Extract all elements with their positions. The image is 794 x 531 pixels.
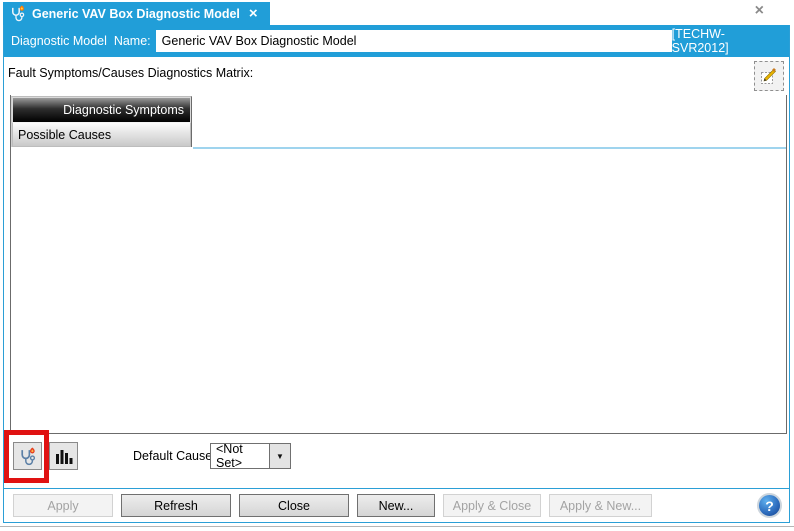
content-area: Fault Symptoms/Causes Diagnostics Matrix…	[4, 57, 789, 489]
diagnostic-model-name-label: Diagnostic Model Name:	[11, 34, 151, 48]
matrix-freeze-line	[193, 147, 786, 149]
possible-causes-header: Possible Causes	[12, 122, 191, 147]
tab-title: Generic VAV Box Diagnostic Model	[32, 7, 240, 21]
tab-strip: Generic VAV Box Diagnostic Model × ×	[3, 0, 790, 25]
edit-matrix-pencil-icon	[759, 66, 779, 86]
diagnostic-model-name-input[interactable]	[156, 30, 672, 52]
window-body: Diagnostic Model Name: [TECHW-SVR2012] F…	[3, 25, 790, 523]
new-button[interactable]: New...	[357, 494, 435, 517]
default-cause-label: Default Cause:	[133, 449, 216, 463]
bar-chart-icon	[54, 448, 73, 465]
help-button[interactable]: ?	[757, 493, 782, 518]
window-bottom-shadow	[0, 526, 794, 527]
refresh-button[interactable]: Refresh	[121, 494, 231, 517]
default-cause-dropdown[interactable]: <Not Set> ▼	[210, 443, 291, 469]
screen: Generic VAV Box Diagnostic Model × × Dia…	[0, 0, 794, 531]
matrix-section-label: Fault Symptoms/Causes Diagnostics Matrix…	[8, 66, 253, 80]
apply-button: Apply	[13, 494, 113, 517]
edit-matrix-button[interactable]	[754, 61, 784, 91]
diagnostic-view-button[interactable]	[13, 442, 42, 470]
diagnostics-matrix-grid: Diagnostic Symptoms Possible Causes	[10, 95, 787, 434]
stethoscope-alarm-icon	[18, 447, 37, 466]
chart-view-button[interactable]	[49, 442, 78, 470]
diagnostic-model-window: Generic VAV Box Diagnostic Model × × Dia…	[3, 0, 790, 524]
server-badge: [TECHW-SVR2012]	[672, 27, 781, 55]
question-mark-icon: ?	[765, 498, 774, 514]
stethoscope-alarm-icon	[9, 5, 26, 22]
matrix-header-block: Diagnostic Symptoms Possible Causes	[11, 96, 192, 147]
apply-and-close-button: Apply & Close	[443, 494, 541, 517]
header-bar: Diagnostic Model Name: [TECHW-SVR2012]	[4, 25, 789, 57]
close-button[interactable]: Close	[239, 494, 349, 517]
tab-generic-vav-box-diagnostic-model[interactable]: Generic VAV Box Diagnostic Model ×	[3, 2, 270, 25]
tab-close-icon[interactable]: ×	[249, 6, 258, 21]
apply-and-new-button: Apply & New...	[549, 494, 652, 517]
window-close-icon[interactable]: ×	[755, 1, 764, 21]
default-cause-value[interactable]: <Not Set>	[210, 443, 270, 469]
button-bar: Apply Refresh Close New... Apply & Close…	[4, 489, 789, 522]
diagnostic-symptoms-header: Diagnostic Symptoms	[12, 97, 191, 122]
chevron-down-icon[interactable]: ▼	[270, 443, 291, 469]
